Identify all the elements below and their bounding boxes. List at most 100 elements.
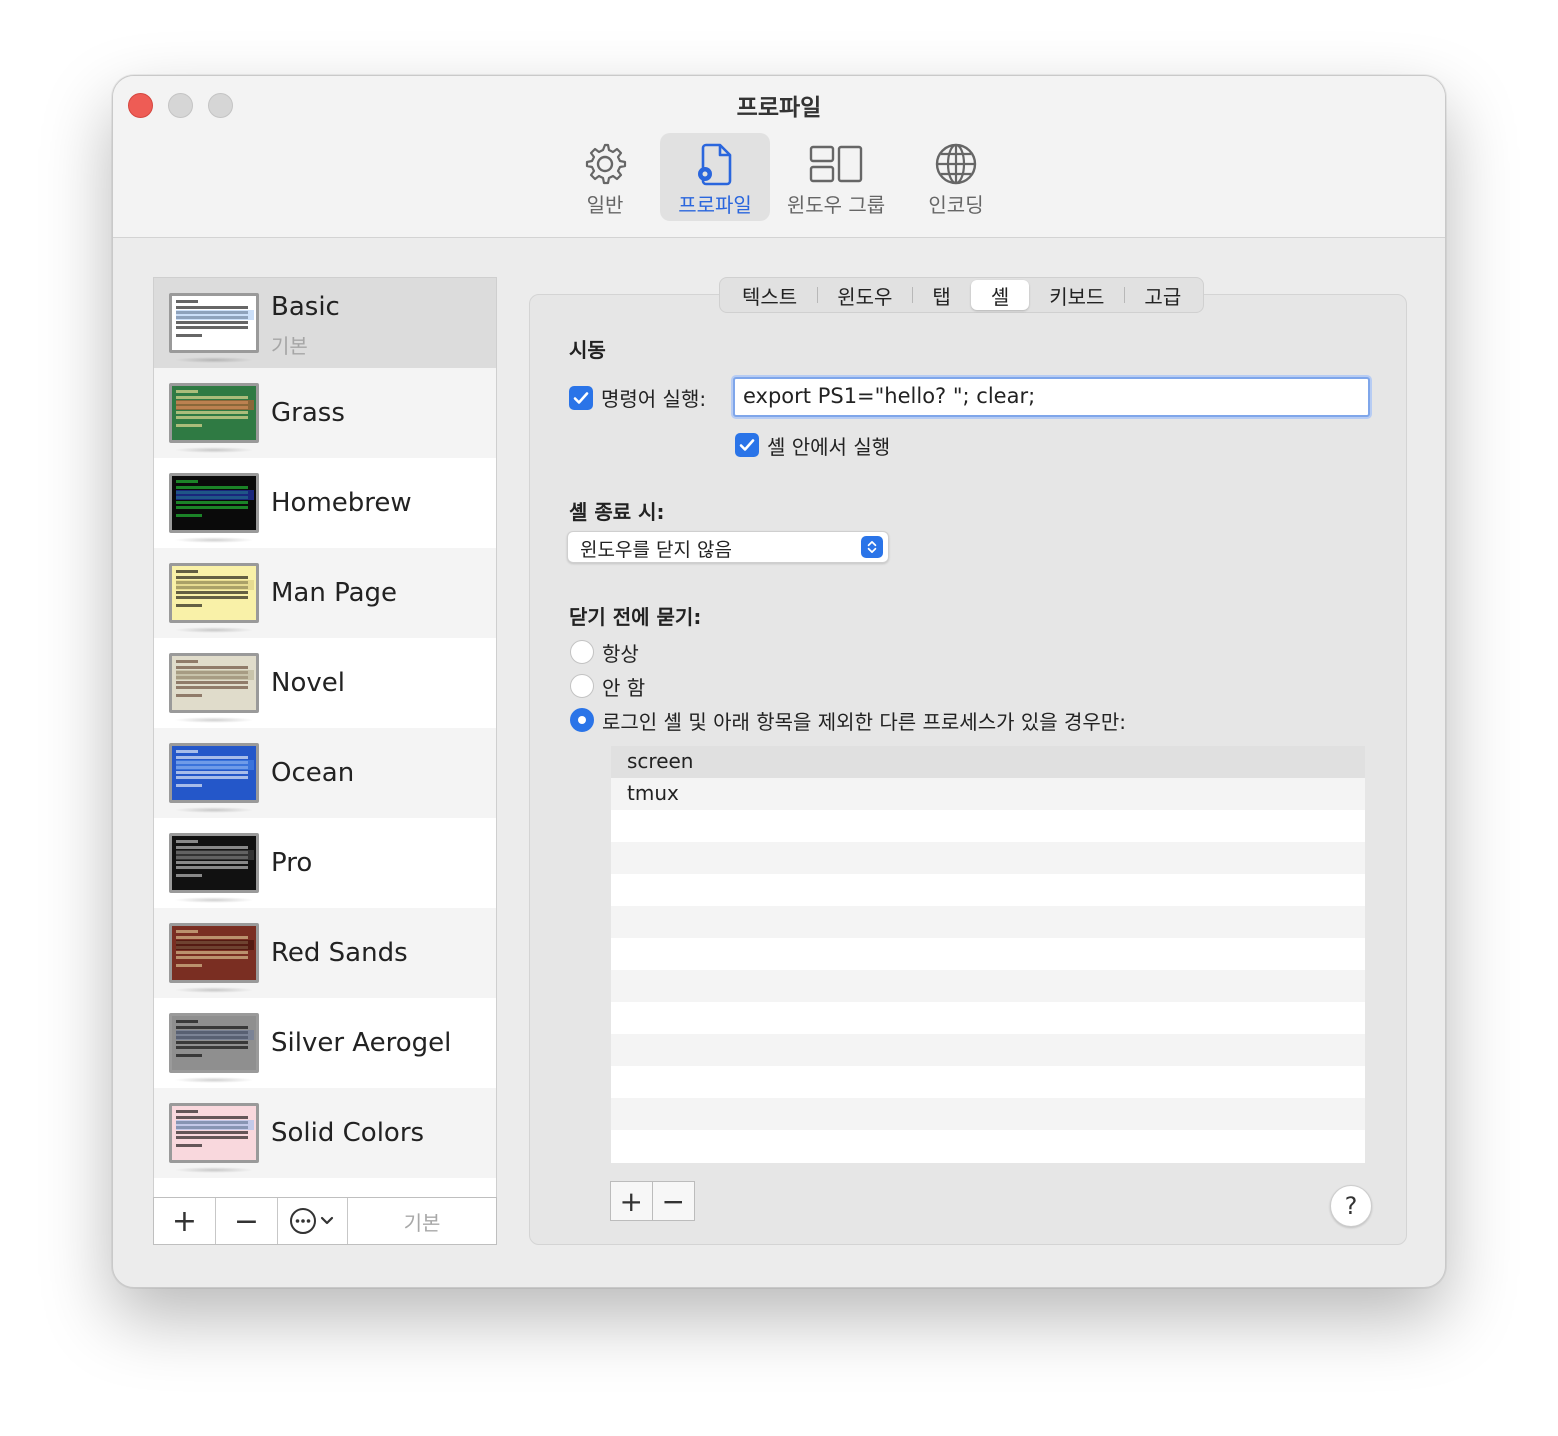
ellipsis-circle-icon <box>289 1208 333 1234</box>
profile-item[interactable]: Solid Colors <box>154 1088 496 1178</box>
run-inside-shell-checkbox[interactable] <box>735 433 759 457</box>
profile-name: Silver Aerogel <box>271 1028 452 1058</box>
thumbnail-shadow <box>174 537 254 543</box>
run-command-checkbox[interactable] <box>569 386 593 410</box>
thumbnail-shadow <box>174 1167 254 1173</box>
profile-preview-thumbnail <box>169 563 259 623</box>
profile-item[interactable]: Homebrew <box>154 458 496 548</box>
add-process-button[interactable]: + <box>611 1182 653 1220</box>
remove-profile-button[interactable]: − <box>216 1198 278 1244</box>
globe-icon <box>935 143 977 185</box>
process-row[interactable] <box>611 1034 1365 1066</box>
process-list-toolbar: + − <box>610 1181 695 1221</box>
help-button[interactable]: ? <box>1330 1185 1372 1227</box>
run-inside-shell-label: 셸 안에서 실행 <box>767 435 891 459</box>
profile-name: Homebrew <box>271 488 412 518</box>
title-bar: 프로파일 일반 프로파일 윈도우 그룹 인코딩 <box>113 76 1445 238</box>
profile-preview-thumbnail <box>169 833 259 893</box>
thumbnail-shadow <box>174 357 254 363</box>
profile-preview-thumbnail <box>169 473 259 533</box>
ask-always-label: 항상 <box>602 642 639 666</box>
toolbar-profiles-label: 프로파일 <box>678 193 752 217</box>
profile-item[interactable]: Man Page <box>154 548 496 638</box>
remove-process-button[interactable]: − <box>653 1182 695 1220</box>
profile-document-icon <box>698 143 732 186</box>
profile-preview-thumbnail <box>169 653 259 713</box>
tab-tab[interactable]: 탭 <box>912 280 970 310</box>
profile-actions-menu-button[interactable] <box>278 1198 348 1244</box>
profile-item[interactable]: Grass <box>154 368 496 458</box>
toolbar-general-label: 일반 <box>586 193 624 217</box>
profile-name: Ocean <box>271 758 355 788</box>
checkmark-icon <box>739 439 755 451</box>
process-row[interactable] <box>611 874 1365 906</box>
process-row[interactable] <box>611 842 1365 874</box>
profile-name: Solid Colors <box>271 1118 425 1148</box>
ask-always-radio[interactable] <box>570 640 594 664</box>
on-shell-exit-select[interactable]: 윈도우를 닫지 않음 <box>567 531 889 563</box>
process-exception-list[interactable]: screen tmux <box>611 746 1365 1163</box>
profile-item[interactable]: Red Sands <box>154 908 496 998</box>
toolbar-profiles[interactable]: 프로파일 <box>660 133 770 221</box>
on-shell-exit-selected-value: 윈도우를 닫지 않음 <box>580 539 732 561</box>
window-title: 프로파일 <box>736 95 822 121</box>
profile-name: Grass <box>271 398 345 428</box>
toolbar-encodings[interactable]: 인코딩 <box>906 133 1006 221</box>
profile-name: Red Sands <box>271 938 408 968</box>
process-row[interactable] <box>611 810 1365 842</box>
thumbnail-shadow <box>174 897 254 903</box>
tab-advanced[interactable]: 고급 <box>1124 280 1201 310</box>
process-row[interactable] <box>611 1002 1365 1034</box>
preferences-window: 프로파일 일반 프로파일 윈도우 그룹 인코딩 Basic 기본 Grass H… <box>112 75 1446 1288</box>
profile-item[interactable]: Silver Aerogel <box>154 998 496 1088</box>
toolbar-window-groups[interactable]: 윈도우 그룹 <box>777 133 895 221</box>
profile-preview-thumbnail <box>169 743 259 803</box>
on-shell-exit-title: 셸 종료 시: <box>569 500 665 524</box>
run-command-label: 명령어 실행: <box>601 387 707 411</box>
profile-item[interactable]: Ocean <box>154 728 496 818</box>
process-row[interactable] <box>611 970 1365 1002</box>
profile-name: Man Page <box>271 578 398 608</box>
thumbnail-shadow <box>174 807 254 813</box>
profile-preview-thumbnail <box>169 293 259 353</box>
profile-default-subtitle: 기본 <box>271 334 308 358</box>
tab-window[interactable]: 윈도우 <box>817 280 912 310</box>
tab-keyboard[interactable]: 키보드 <box>1029 280 1124 310</box>
process-row[interactable] <box>611 938 1365 970</box>
ask-if-processes-radio[interactable] <box>570 708 594 732</box>
profile-item[interactable]: Pro <box>154 818 496 908</box>
window-groups-icon <box>809 145 863 183</box>
ask-before-closing-title: 닫기 전에 묻기: <box>569 605 702 629</box>
toolbar-window-groups-label: 윈도우 그룹 <box>786 193 886 217</box>
tab-text[interactable]: 텍스트 <box>722 280 817 310</box>
process-row[interactable]: tmux <box>611 778 1365 810</box>
profile-item[interactable]: Novel <box>154 638 496 728</box>
run-command-input[interactable]: export PS1="hello? "; clear; <box>733 377 1370 417</box>
thumbnail-shadow <box>174 447 254 453</box>
checkmark-icon <box>573 392 589 404</box>
profile-list: Basic 기본 Grass Homebrew Man Page Novel Ocean Pr… <box>153 277 497 1245</box>
process-row[interactable] <box>611 906 1365 938</box>
tab-shell[interactable]: 셸 <box>970 280 1030 310</box>
gear-icon <box>585 143 627 185</box>
process-row[interactable] <box>611 1066 1365 1098</box>
process-row[interactable]: screen <box>611 746 1365 778</box>
set-default-profile-button[interactable]: 기본 <box>348 1198 496 1244</box>
toolbar-general[interactable]: 일반 <box>555 133 655 221</box>
profile-name: Basic <box>271 292 340 322</box>
thumbnail-shadow <box>174 987 254 993</box>
profile-name: Novel <box>271 668 345 698</box>
add-profile-button[interactable]: + <box>154 1198 216 1244</box>
toolbar-encodings-label: 인코딩 <box>928 193 984 217</box>
ask-never-radio[interactable] <box>570 674 594 698</box>
profile-preview-thumbnail <box>169 1013 259 1073</box>
process-row[interactable] <box>611 1098 1365 1130</box>
profile-preview-thumbnail <box>169 1103 259 1163</box>
settings-tab-bar: 텍스트 윈도우 탭 셸 키보드 고급 <box>719 277 1205 313</box>
process-row[interactable] <box>611 1130 1365 1162</box>
thumbnail-shadow <box>174 627 254 633</box>
profile-preview-thumbnail <box>169 923 259 983</box>
profile-name: Pro <box>271 848 313 878</box>
profile-preview-thumbnail <box>169 383 259 443</box>
profile-item[interactable]: Basic 기본 <box>154 278 496 368</box>
